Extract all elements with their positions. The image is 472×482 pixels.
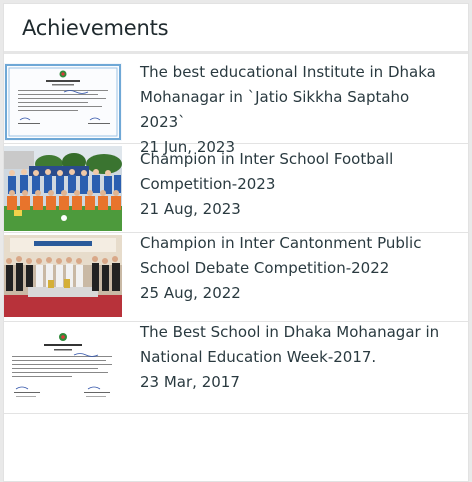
achievement-text: Champion in Inter Cantonment Public Scho… [122, 230, 468, 321]
achievement-text: The best educational Institute in Dhaka … [122, 60, 468, 156]
achievement-item[interactable]: The best educational Institute in Dhaka … [4, 54, 468, 156]
panel-title: Achievements [22, 15, 169, 40]
achievement-date: 21 Aug, 2023 [140, 200, 241, 218]
achievement-text: Champion in Inter School Football Compet… [122, 146, 468, 232]
achievement-text: The Best School in Dhaka Mohanagar in Na… [122, 319, 468, 413]
achievement-item[interactable]: The Best School in Dhaka Mohanagar in Na… [4, 322, 468, 414]
achievement-item[interactable]: Champion in Inter Cantonment Public Scho… [4, 233, 468, 322]
certificate-thumbnail[interactable] [4, 328, 122, 406]
debate-team-thumbnail[interactable] [4, 235, 122, 317]
panel-header: Achievements [4, 4, 468, 54]
certificate-thumbnail[interactable] [4, 63, 122, 141]
achievement-title[interactable]: Champion in Inter School Football Compet… [140, 147, 458, 197]
achievement-title[interactable]: The best educational Institute in Dhaka … [140, 60, 458, 135]
achievements-panel: Achievements The best educational Instit… [3, 3, 469, 482]
achievement-date: 23 Mar, 2017 [140, 373, 240, 391]
achievement-title[interactable]: The Best School in Dhaka Mohanagar in Na… [140, 320, 458, 370]
achievement-item[interactable]: Champion in Inter School Football Compet… [4, 144, 468, 233]
football-team-thumbnail[interactable] [4, 146, 122, 231]
achievement-title[interactable]: Champion in Inter Cantonment Public Scho… [140, 231, 458, 281]
achievement-date: 25 Aug, 2022 [140, 284, 241, 302]
